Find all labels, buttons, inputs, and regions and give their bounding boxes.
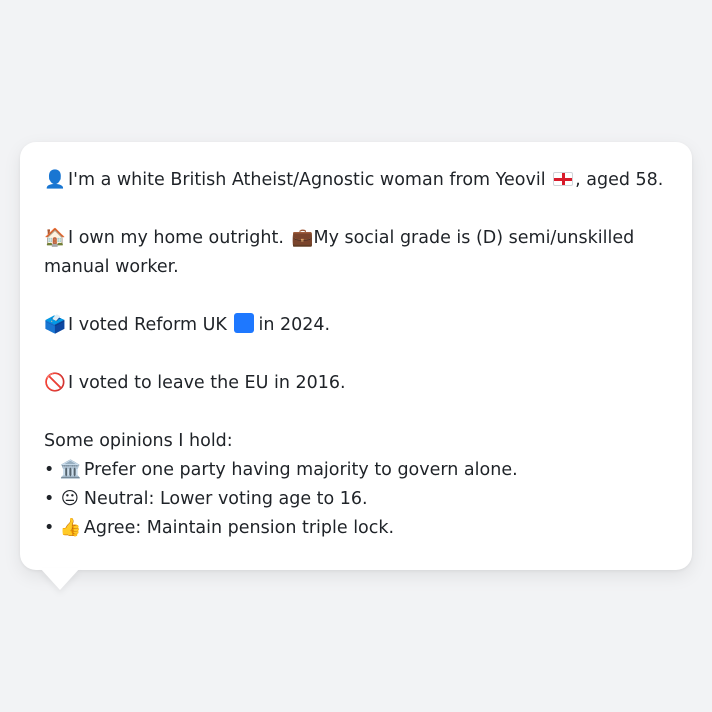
speech-bubble-tail bbox=[40, 568, 80, 590]
classical-building-icon: 🏛️ bbox=[59, 460, 82, 480]
age-text: , aged 58. bbox=[575, 170, 664, 190]
home-work-line: 🏠 I own my home outright. 💼My social grad… bbox=[44, 224, 668, 282]
identity-text: I'm a white British Atheist/Agnostic wom… bbox=[68, 170, 546, 190]
house-icon: 🏠 bbox=[44, 228, 66, 248]
opinion-text: Neutral: Lower voting age to 16. bbox=[83, 489, 368, 509]
bullet: • bbox=[44, 460, 55, 480]
vote-2024-text: I voted Reform UK bbox=[68, 315, 227, 335]
opinion-item: • 😐 Neutral: Lower voting age to 16. bbox=[44, 485, 668, 514]
opinion-text: Agree: Maintain pension triple lock. bbox=[83, 518, 395, 538]
neutral-face-icon: 😐 bbox=[60, 489, 80, 509]
opinion-text: Prefer one party having majority to gove… bbox=[83, 460, 518, 480]
opinion-item: • 👍 Agree: Maintain pension triple lock. bbox=[44, 514, 668, 543]
briefcase-icon: 💼 bbox=[291, 228, 314, 248]
home-text: I own my home outright. bbox=[68, 228, 284, 248]
person-icon: 👤 bbox=[44, 170, 66, 190]
vote-2024-year-text: in 2024. bbox=[258, 315, 331, 335]
bullet: • bbox=[44, 489, 55, 509]
blue-square-icon bbox=[234, 313, 255, 333]
persona-message-card: 👤 I'm a white British Atheist/Agnostic wo… bbox=[20, 142, 692, 570]
thumbs-up-icon: 👍 bbox=[59, 518, 82, 538]
vote-2024-line: 🗳️ I voted Reform UK in 2024. bbox=[44, 311, 668, 340]
bullet: • bbox=[44, 518, 55, 538]
vote-eu-text: I voted to leave the EU in 2016. bbox=[68, 373, 346, 393]
prohibited-icon: 🚫 bbox=[44, 373, 66, 393]
identity-line: 👤 I'm a white British Atheist/Agnostic wo… bbox=[44, 166, 668, 195]
england-flag-icon bbox=[553, 172, 574, 186]
opinion-item: • 🏛️ Prefer one party having majority to … bbox=[44, 456, 668, 485]
opinions-heading: Some opinions I hold: bbox=[44, 431, 233, 451]
vote-eu-line: 🚫 I voted to leave the EU in 2016. bbox=[44, 369, 668, 398]
ballot-box-icon: 🗳️ bbox=[44, 315, 66, 335]
